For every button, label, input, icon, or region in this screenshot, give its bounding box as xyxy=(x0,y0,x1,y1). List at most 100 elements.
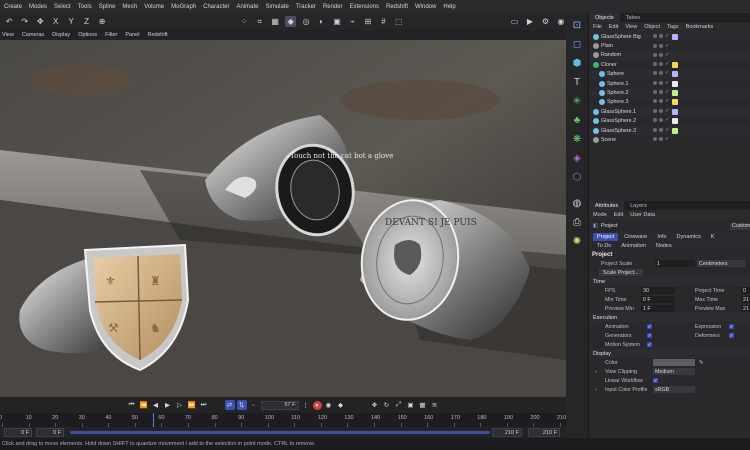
model-mode-icon[interactable]: ◆ xyxy=(285,16,296,27)
enabled-check-icon[interactable]: ✓ xyxy=(665,52,670,58)
menu-render[interactable]: Render xyxy=(323,4,343,10)
input-color-profile-select[interactable]: sRGB xyxy=(653,386,695,393)
subtab-k[interactable]: K xyxy=(707,233,719,241)
subtab-nodes[interactable]: Nodes xyxy=(652,242,676,250)
generator-icon[interactable]: ✳ xyxy=(570,94,584,108)
enabled-check-icon[interactable]: ✓ xyxy=(665,127,670,133)
play-icon[interactable]: ▶ xyxy=(163,400,173,410)
subtab-info[interactable]: Info xyxy=(653,233,670,241)
project-time-input[interactable]: 0 xyxy=(741,287,750,294)
preview-end-field[interactable]: 210 F xyxy=(492,428,522,437)
section-execution[interactable]: Execution xyxy=(589,313,750,322)
objects-menu-edit[interactable]: Edit xyxy=(609,24,618,30)
object-name[interactable]: GlassSphere.2 xyxy=(601,118,636,124)
enabled-check-icon[interactable]: ✓ xyxy=(665,118,670,123)
editor-visibility-dot[interactable] xyxy=(653,43,657,48)
scale-project-button[interactable]: Scale Project... xyxy=(599,269,643,276)
material-tag-icon[interactable] xyxy=(672,71,678,78)
preview-min-input[interactable]: 1 F xyxy=(641,305,675,312)
menu-character[interactable]: Character xyxy=(203,4,229,10)
editor-visibility-dot[interactable] xyxy=(653,33,657,38)
material-tag-icon[interactable] xyxy=(672,108,678,115)
object-name[interactable]: GlassSphere.3 xyxy=(601,128,636,134)
generators-checkbox[interactable]: ✓ xyxy=(647,333,652,338)
min-time-input[interactable]: 0 F xyxy=(641,296,675,303)
object-mode-icon[interactable]: ◎ xyxy=(301,16,311,27)
editor-visibility-dot[interactable] xyxy=(653,52,657,57)
editor-visibility-dot[interactable] xyxy=(653,61,657,66)
menu-simulate[interactable]: Simulate xyxy=(265,4,288,10)
object-row[interactable]: GlassSphere Big ✓ xyxy=(589,32,750,42)
render-visibility-dot[interactable] xyxy=(659,33,663,38)
render-visibility-dot[interactable] xyxy=(659,90,663,95)
object-name[interactable]: GlassSphere Big xyxy=(601,34,641,40)
camera-icon[interactable]: ⎙ xyxy=(570,215,584,229)
objects-menu-object[interactable]: Object xyxy=(644,24,660,30)
workplane-icon[interactable]: ▣ xyxy=(332,16,342,27)
previous-key-icon[interactable]: ⏪ xyxy=(139,400,149,410)
object-name[interactable]: Random xyxy=(601,52,621,58)
custom-dropdown[interactable]: Custom xyxy=(730,222,750,230)
color-swatch[interactable] xyxy=(653,359,695,366)
view-clipping-select[interactable]: Medium xyxy=(653,368,695,375)
attributes-menu-mode[interactable]: Mode xyxy=(593,212,607,218)
object-row[interactable]: GlassSphere.2 ✓ xyxy=(589,117,750,126)
viewport-menu-view[interactable]: View xyxy=(2,32,14,38)
objects-menu-bookmarks[interactable]: Bookmarks xyxy=(686,24,714,30)
enabled-check-icon[interactable]: ✓ xyxy=(665,90,670,95)
material-tag-icon[interactable] xyxy=(672,99,678,106)
primitive-icon[interactable]: ⬢ xyxy=(570,56,584,70)
render-visibility-dot[interactable] xyxy=(659,43,663,48)
go-to-end-icon[interactable]: ⏭ xyxy=(199,400,209,410)
render-visibility-dot[interactable] xyxy=(659,71,663,76)
points-mode-icon[interactable]: ⁘ xyxy=(239,16,249,27)
viewport-menu-panel[interactable]: Panel xyxy=(125,32,139,38)
object-name[interactable]: Cloner xyxy=(601,62,617,68)
render-visibility-dot[interactable] xyxy=(659,99,663,104)
viewport-menu-filter[interactable]: Filter xyxy=(105,32,117,38)
material-tag-icon[interactable] xyxy=(672,33,678,40)
menu-volume[interactable]: Volume xyxy=(144,4,164,10)
menu-mesh[interactable]: Mesh xyxy=(122,4,137,10)
timeline-icon[interactable]: ≋ xyxy=(430,400,440,410)
tab-layers[interactable]: Layers xyxy=(624,201,653,210)
material-tag-icon[interactable] xyxy=(672,90,678,97)
object-row[interactable]: Sphere.2 ✓ xyxy=(589,88,750,98)
viewport-menu-display[interactable]: Display xyxy=(52,32,70,38)
tab-takes[interactable]: Takes xyxy=(620,13,646,22)
object-row[interactable]: Scene ✓ xyxy=(589,135,750,144)
expand-arrow-icon[interactable]: › xyxy=(595,387,597,393)
previous-frame-icon[interactable]: ◀ xyxy=(151,400,161,410)
move-icon[interactable]: ✥ xyxy=(35,16,45,27)
render-visibility-dot[interactable] xyxy=(659,108,663,113)
environment-icon[interactable]: ◍ xyxy=(570,196,584,210)
project-scale-unit-select[interactable]: Centimeters xyxy=(697,260,745,267)
tab-objects[interactable]: Objects xyxy=(589,13,620,22)
attributes-menu-user-data[interactable]: User Data xyxy=(630,212,655,218)
object-row[interactable]: Random ✓ xyxy=(589,50,750,61)
render-visibility-dot[interactable] xyxy=(659,52,663,57)
quantize-icon[interactable]: # xyxy=(378,16,388,27)
object-name[interactable]: Sphere xyxy=(607,71,624,77)
light-icon[interactable]: ✺ xyxy=(570,234,584,248)
enabled-check-icon[interactable]: ✓ xyxy=(665,108,670,114)
record-icon[interactable]: ● xyxy=(312,400,322,410)
viewport-menu-options[interactable]: Options xyxy=(78,32,97,38)
viewport-menu-redshift[interactable]: Redshift xyxy=(147,32,167,38)
record-pla-icon[interactable]: ▦ xyxy=(418,400,428,410)
enabled-check-icon[interactable]: ✓ xyxy=(665,43,670,49)
coordinate-system-icon[interactable]: ⊕ xyxy=(97,16,107,27)
editor-visibility-dot[interactable] xyxy=(653,137,657,142)
enabled-check-icon[interactable]: ✓ xyxy=(665,80,670,86)
lock-workplane-icon[interactable]: ⊞ xyxy=(363,16,373,27)
render-to-picture-viewer-icon[interactable]: ▶ xyxy=(525,16,535,27)
subtab-cineware[interactable]: Cineware xyxy=(620,233,651,241)
preview-start-field[interactable]: 0 F xyxy=(36,428,64,437)
material-tag-icon[interactable] xyxy=(672,80,678,87)
record-position-icon[interactable]: ✥ xyxy=(370,400,380,410)
enabled-check-icon[interactable]: ✓ xyxy=(665,33,670,39)
auto-record-icon[interactable]: ◉ xyxy=(324,400,334,410)
layout-icon[interactable]: ⊡ xyxy=(570,18,584,32)
polygons-mode-icon[interactable]: ▦ xyxy=(270,16,280,27)
enabled-check-icon[interactable]: ✓ xyxy=(665,99,670,104)
